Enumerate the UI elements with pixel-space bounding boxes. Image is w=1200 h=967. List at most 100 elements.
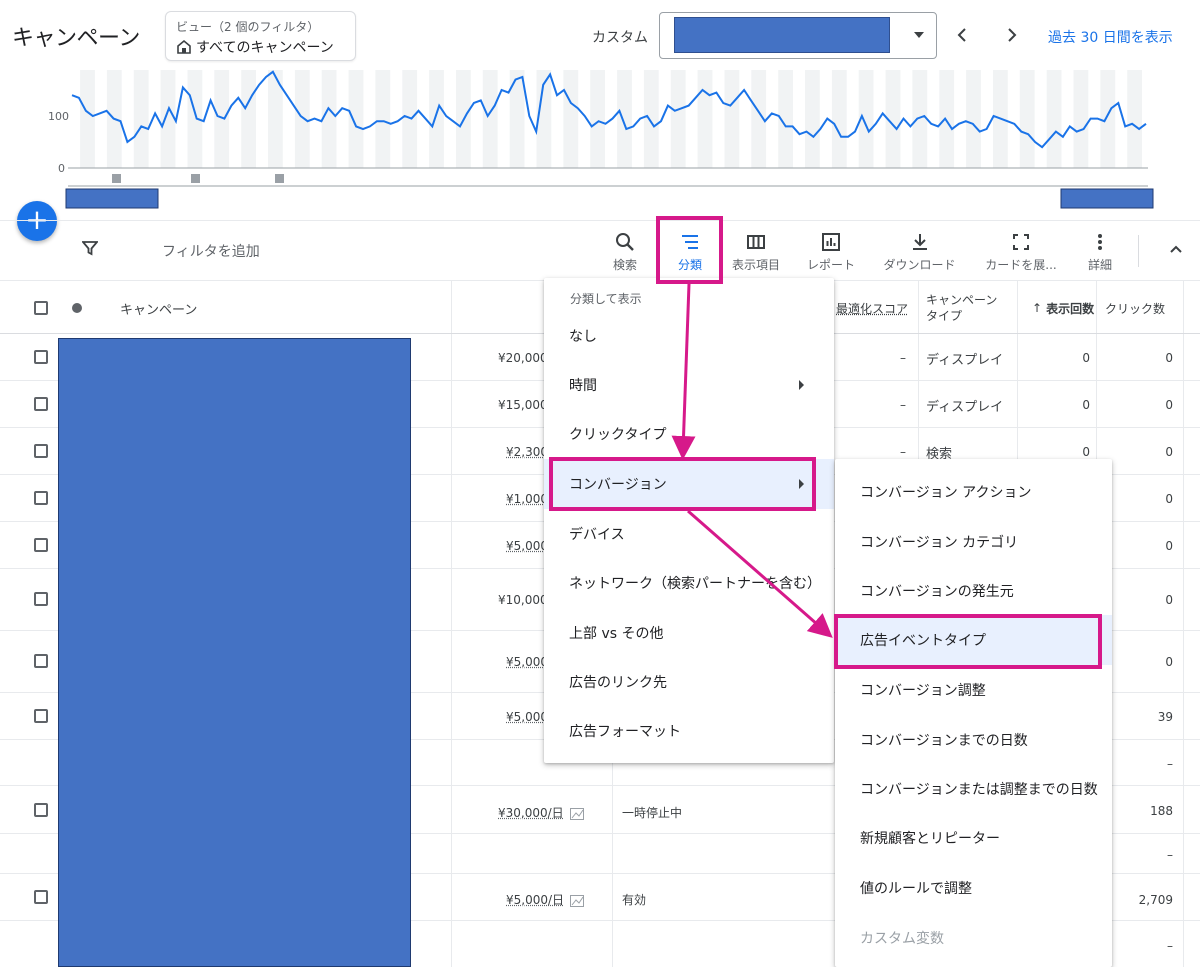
annotation-highlight-conversion xyxy=(549,457,816,511)
chevron-right-icon[interactable] xyxy=(1002,24,1022,46)
date-range-label: カスタム xyxy=(592,30,648,46)
chart-band xyxy=(1100,70,1116,168)
clicks-cell: – xyxy=(1167,939,1173,953)
chevron-up-icon[interactable] xyxy=(1168,241,1184,257)
chart-band xyxy=(241,70,256,168)
days-to-conversion[interactable]: コンバージョンまでの日数 xyxy=(835,715,1112,765)
segment-ad-format[interactable]: 広告フォーマット xyxy=(544,706,834,756)
conversion-source[interactable]: コンバージョンの発生元 xyxy=(835,566,1112,616)
row-checkbox[interactable] xyxy=(34,444,48,458)
chart-band xyxy=(966,70,981,168)
table-toolbar: フィルタを追加 検索 分類 表示項目 レポート ダウンロード カードを展... … xyxy=(0,220,1200,280)
clicks-cell: – xyxy=(1167,757,1173,771)
row-checkbox[interactable] xyxy=(34,654,48,668)
budget-chart-icon[interactable] xyxy=(569,894,584,907)
row-checkbox[interactable] xyxy=(34,397,48,411)
row-checkbox[interactable] xyxy=(34,803,48,817)
header-impressions[interactable]: ↑ 表示回数 xyxy=(1032,281,1094,335)
redacted-campaign-names xyxy=(58,338,411,967)
budget-cell[interactable]: ¥5,000 xyxy=(506,655,548,669)
budget-cell[interactable]: ¥1,000 xyxy=(506,492,548,506)
segment-top-vs-other[interactable]: 上部 vs その他 xyxy=(544,608,834,658)
row-checkbox[interactable] xyxy=(34,350,48,364)
status-cell: 有効 xyxy=(622,893,647,907)
caret-right-icon xyxy=(799,380,804,390)
header-optimization-score[interactable]: 最適化スコア xyxy=(836,281,908,335)
clicks-cell: 0 xyxy=(1165,655,1173,669)
chart-band xyxy=(214,70,230,168)
add-filter-button[interactable]: フィルタを追加 xyxy=(162,241,260,261)
row-checkbox[interactable] xyxy=(34,709,48,723)
opt-score-cell: – xyxy=(900,398,906,412)
chart-band xyxy=(1019,70,1035,168)
segment-time[interactable]: 時間 xyxy=(544,360,834,410)
date-range-select[interactable] xyxy=(659,12,937,59)
redacted-date-range xyxy=(674,17,890,53)
view-value: すべてのキャンペーン xyxy=(196,40,334,56)
row-checkbox[interactable] xyxy=(34,491,48,505)
search-icon xyxy=(616,233,634,251)
clicks-cell: 39 xyxy=(1157,710,1173,724)
select-all-checkbox[interactable] xyxy=(34,301,48,315)
show-last-30-days-link[interactable]: 過去 30 日間を表示 xyxy=(1048,27,1173,47)
days-to-conversion-or-adjustment[interactable]: コンバージョンまたは調整までの日数 xyxy=(835,764,1112,814)
row-checkbox[interactable] xyxy=(34,890,48,904)
budget-cell[interactable]: ¥10,000 xyxy=(498,593,548,607)
columns-tool[interactable]: 表示項目 xyxy=(721,231,791,273)
budget-cell[interactable]: ¥15,000 xyxy=(498,398,548,412)
y-tick-100: 100 xyxy=(48,110,69,123)
columns-label: 表示項目 xyxy=(731,258,780,272)
header-campaign-type[interactable]: キャンペーン タイプ xyxy=(926,281,997,335)
chart-band xyxy=(294,70,310,168)
search-tool[interactable]: 検索 xyxy=(590,231,660,273)
type-cell: ディスプレイ xyxy=(926,353,1004,368)
conversion-adjustment[interactable]: コンバージョン調整 xyxy=(835,665,1112,715)
budget-cell[interactable]: ¥5,000 xyxy=(506,539,548,553)
row-checkbox[interactable] xyxy=(34,538,48,552)
chart-band xyxy=(912,70,928,168)
more-tool[interactable]: 詳細 xyxy=(1065,231,1135,273)
view-selector[interactable]: ビュー（2 個のフィルタ） すべてのキャンペーン xyxy=(165,11,356,61)
conversion-submenu: コンバージョン アクション コンバージョン カテゴリ コンバージョンの発生元 広… xyxy=(835,459,1112,967)
impressions-cell: 0 xyxy=(1082,445,1090,459)
segment-network[interactable]: ネットワーク（検索パートナーを含む） xyxy=(544,558,834,608)
budget-cell[interactable]: ¥20,000 xyxy=(498,351,548,365)
segment-device[interactable]: デバイス xyxy=(544,509,834,559)
filter-icon[interactable] xyxy=(82,240,98,256)
budget-cell[interactable]: ¥5,000/日 xyxy=(506,891,584,908)
chart-band xyxy=(590,70,605,168)
chart-band xyxy=(670,70,686,168)
new-vs-returning[interactable]: 新規顧客とリピーター xyxy=(835,813,1112,863)
header-clicks[interactable]: クリック数 xyxy=(1105,281,1165,335)
chart-band xyxy=(1046,70,1062,168)
impressions-cell: 0 xyxy=(1082,398,1090,412)
chart-band xyxy=(939,70,955,168)
search-label: 検索 xyxy=(612,258,637,272)
download-tool[interactable]: ダウンロード xyxy=(872,231,967,273)
segment-menu-heading: 分類して表示 xyxy=(570,292,642,306)
conversion-category[interactable]: コンバージョン カテゴリ xyxy=(835,517,1112,567)
more-vert-icon xyxy=(1098,234,1102,250)
chevron-left-icon[interactable] xyxy=(952,24,972,46)
clicks-cell: 0 xyxy=(1165,593,1173,607)
chart-band xyxy=(160,70,176,168)
segment-click-type[interactable]: クリックタイプ xyxy=(544,409,834,459)
budget-cell[interactable]: ¥30,000/日 xyxy=(498,804,584,821)
chart-band xyxy=(1073,70,1089,168)
conversion-action[interactable]: コンバージョン アクション xyxy=(835,467,1112,517)
chart-band xyxy=(563,70,579,168)
value-rule-adjustment[interactable]: 値のルールで調整 xyxy=(835,863,1112,913)
header-campaign[interactable]: キャンペーン xyxy=(120,281,197,335)
budget-chart-icon[interactable] xyxy=(569,807,584,820)
expand-tool[interactable]: カードを展... xyxy=(976,231,1066,273)
segment-time-label: 時間 xyxy=(569,378,597,394)
budget-cell[interactable]: ¥2,300 xyxy=(506,445,548,459)
impressions-cell: 0 xyxy=(1082,351,1090,365)
budget-cell[interactable]: ¥5,000 xyxy=(506,710,548,724)
segment-none[interactable]: なし xyxy=(544,311,834,361)
row-checkbox[interactable] xyxy=(34,592,48,606)
annotation-highlight-ad-event xyxy=(834,614,1102,669)
segment-ad-destination[interactable]: 広告のリンク先 xyxy=(544,657,834,707)
page-title: キャンペーン xyxy=(12,26,140,51)
reports-tool[interactable]: レポート xyxy=(796,231,866,273)
